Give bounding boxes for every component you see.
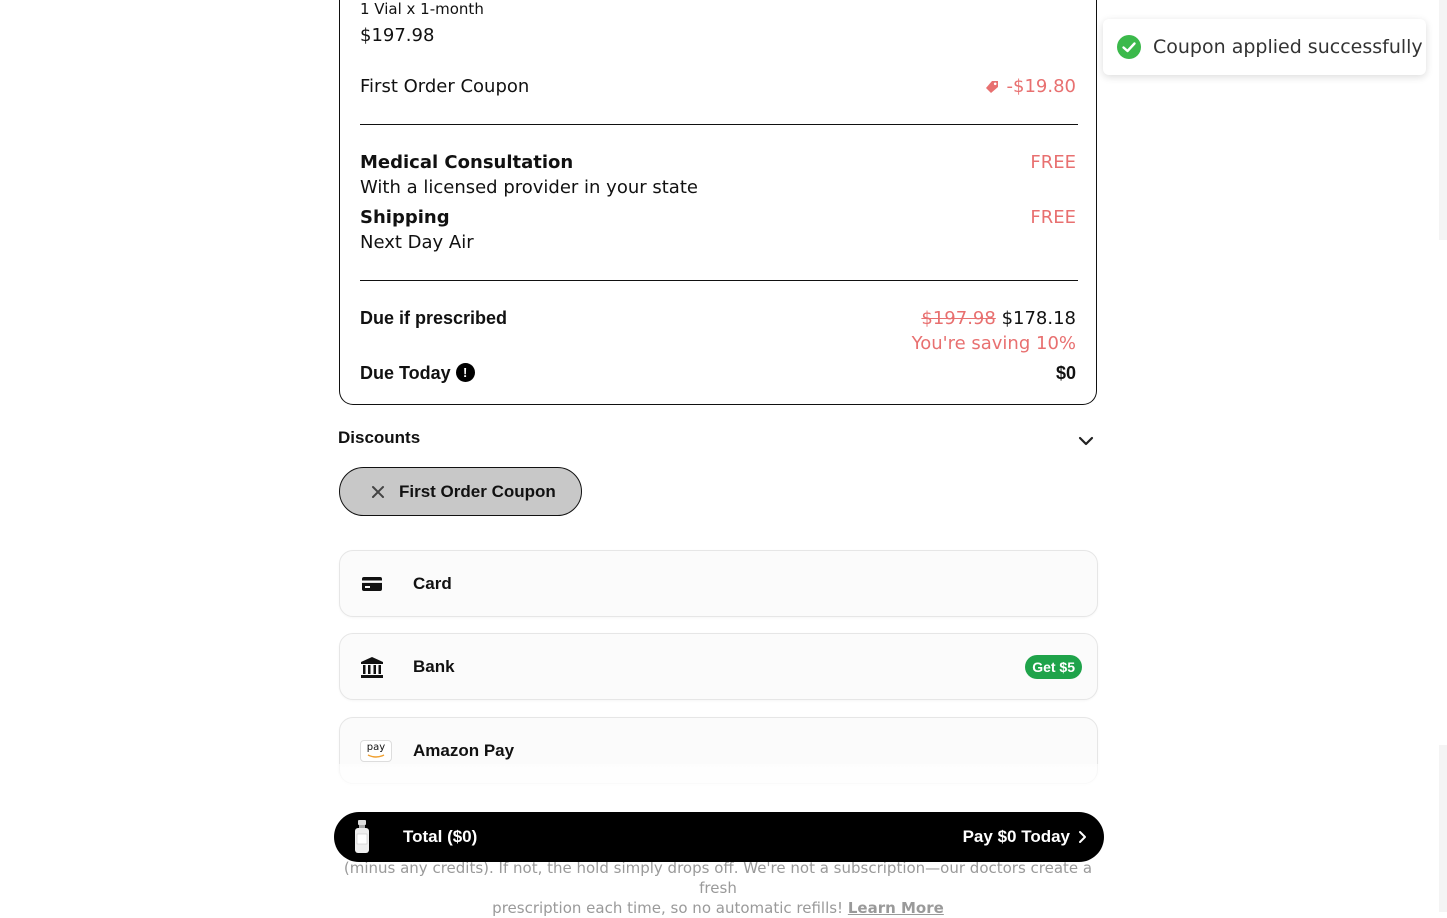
scrollbar-track[interactable] (1439, 745, 1447, 912)
scrollbar-track[interactable] (1439, 0, 1447, 240)
footer-disclaimer: (minus any credits). If not, the hold si… (340, 858, 1096, 918)
coupon-chip[interactable]: First Order Coupon (339, 467, 582, 516)
pay-button-label: Pay $0 Today (962, 827, 1070, 846)
footer-line-1: (minus any credits). If not, the hold si… (343, 859, 1093, 897)
due-today-price: $0 (1055, 363, 1076, 383)
payment-option-bank[interactable]: Bank Get $5 (339, 633, 1098, 700)
toast-message: Coupon applied successfully (1153, 36, 1423, 58)
scroll-fade (339, 764, 1099, 804)
shipping-title: Shipping (360, 207, 450, 228)
bank-bonus-badge: Get $5 (1025, 654, 1082, 679)
info-icon[interactable]: ! (455, 362, 475, 382)
credit-card-icon (360, 572, 384, 596)
vial-icon (355, 820, 369, 853)
original-price: $197.98 (921, 308, 996, 329)
pay-button[interactable]: Pay $0 Today (963, 827, 1088, 847)
order-summary-card: 1 Vial x 1-month $197.98 First Order Cou… (339, 0, 1097, 405)
shipping-subtitle: Next Day Air (360, 232, 474, 253)
saving-text: You're saving 10% (911, 333, 1076, 354)
payment-option-label: Bank (413, 656, 455, 676)
divider (360, 124, 1078, 125)
coupon-amount-value: -$19.80 (1006, 76, 1076, 97)
coupon-line-amount: -$19.80 (985, 76, 1076, 97)
amazon-pay-icon-text: pay (366, 741, 386, 753)
toast-notification: Coupon applied successfully (1103, 19, 1426, 75)
footer-line-2: prescription each time, so no automatic … (492, 899, 844, 917)
divider (360, 280, 1078, 281)
payment-option-label: Card (413, 573, 452, 593)
bank-icon (360, 655, 384, 679)
coupon-line-label: First Order Coupon (360, 76, 530, 97)
total-label: Total ($0) (403, 827, 478, 846)
learn-more-link[interactable]: Learn More (848, 899, 944, 917)
check-circle-icon (1117, 35, 1141, 59)
amazon-pay-icon: pay (360, 739, 392, 763)
due-today-row: Due Today! (360, 362, 475, 384)
chevron-down-icon[interactable] (1076, 431, 1096, 451)
consultation-subtitle: With a licensed provider in your state (360, 177, 698, 198)
tag-icon (985, 80, 998, 93)
discounted-price: $178.18 (1001, 308, 1076, 329)
payment-option-label: Amazon Pay (413, 740, 515, 760)
remove-coupon-icon[interactable] (370, 484, 386, 500)
consultation-price: FREE (1030, 152, 1076, 173)
coupon-chip-label: First Order Coupon (399, 481, 556, 501)
due-if-prescribed-label: Due if prescribed (360, 308, 508, 328)
shipping-price: FREE (1030, 207, 1076, 228)
due-today-label: Due Today (360, 363, 451, 383)
chevron-right-icon (1079, 831, 1086, 843)
plan-price: $197.98 (360, 25, 435, 46)
discounts-header[interactable]: Discounts (338, 428, 420, 448)
payment-option-card[interactable]: Card (339, 550, 1098, 617)
plan-line: 1 Vial x 1-month (360, 0, 484, 18)
consultation-title: Medical Consultation (360, 152, 574, 173)
checkout-bar[interactable]: Total ($0) Pay $0 Today (334, 812, 1104, 862)
due-if-prescribed-prices: $197.98 $178.18 (921, 308, 1076, 329)
